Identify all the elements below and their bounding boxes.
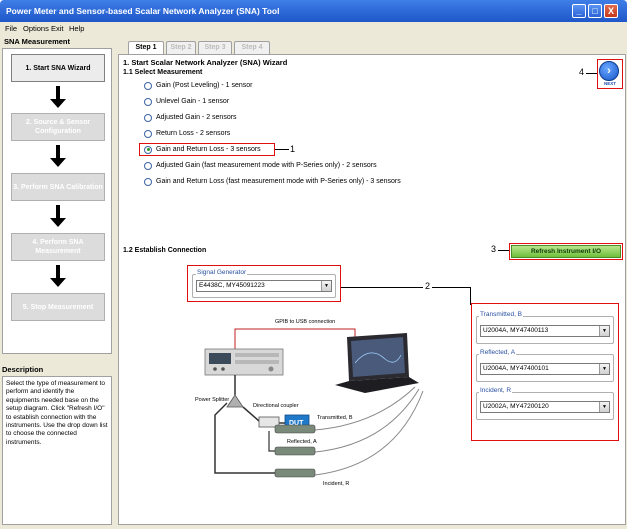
callout-line xyxy=(432,287,470,288)
next-arrow-icon: › xyxy=(599,61,619,81)
radio-button[interactable] xyxy=(144,161,152,170)
option-label: Unlevel Gain - 1 sensor xyxy=(156,98,230,105)
tab-step-3[interactable]: Step 3 xyxy=(198,41,232,54)
callout-line xyxy=(275,149,289,150)
step-1-start-wizard-button[interactable]: 1. Start SNA Wizard xyxy=(11,54,105,82)
step-5-stop-button[interactable]: 5. Stop Measurement xyxy=(11,293,105,321)
step-3-calibration-button[interactable]: 3. Perform SNA Calibration xyxy=(11,173,105,201)
menu-exit[interactable]: Exit xyxy=(51,24,64,33)
down-arrow-icon xyxy=(50,86,66,108)
signal-generator-instrument-icon xyxy=(204,348,284,376)
wizard-steps-box: 1. Start SNA Wizard 2. Source & Sensor C… xyxy=(2,48,112,354)
refresh-instrument-io-button[interactable]: Refresh Instrument I/O xyxy=(511,245,621,258)
option-label: Gain and Return Loss (fast measurement m… xyxy=(156,178,401,185)
wizard-title: 1. Start Scalar Network Analyzer (SNA) W… xyxy=(123,58,288,67)
tab-step-2[interactable]: Step 2 xyxy=(166,41,196,54)
power-splitter-label: Power Splitter xyxy=(195,397,229,403)
directional-coupler-label: Directional coupler xyxy=(253,403,299,409)
option-gain-return-loss-fast[interactable]: Gain and Return Loss (fast measurement m… xyxy=(144,176,401,187)
power-sensor-icon xyxy=(274,424,316,478)
tab-step-1[interactable]: Step 1 xyxy=(128,41,164,55)
step-2-source-sensor-button[interactable]: 2. Source & Sensor Configuration xyxy=(11,113,105,141)
radio-button[interactable] xyxy=(144,113,152,122)
select-measurement-heading: 1.1 Select Measurement xyxy=(123,69,203,76)
menu-file[interactable]: File xyxy=(5,24,17,33)
option-unlevel-gain[interactable]: Unlevel Gain - 1 sensor xyxy=(144,96,229,107)
maximize-button[interactable]: □ xyxy=(588,4,602,18)
wizard-panel: 1. Start Scalar Network Analyzer (SNA) W… xyxy=(118,54,626,525)
minimize-button[interactable]: _ xyxy=(572,4,586,18)
down-arrow-icon xyxy=(50,205,66,227)
option-adjusted-gain-fast[interactable]: Adjusted Gain (fast measurement mode wit… xyxy=(144,160,377,171)
establish-connection-heading: 1.2 Establish Connection xyxy=(123,247,207,254)
option-gain-post-leveling[interactable]: Gain (Post Leveling) - 1 sensor xyxy=(144,80,253,91)
step-4-measurement-button[interactable]: 4. Perform SNA Measurement xyxy=(11,233,105,261)
setup-diagram: GPIB to USB connection Power Splitter Di… xyxy=(195,319,424,487)
radio-button[interactable] xyxy=(144,81,152,90)
window-title: Power Meter and Sensor-based Scalar Netw… xyxy=(6,6,280,16)
title-bar: Power Meter and Sensor-based Scalar Netw… xyxy=(0,0,627,22)
transmitted-sensor-dropdown[interactable]: U2004A, MY47400113 ▼ xyxy=(480,325,610,337)
signal-generator-label: Signal Generator xyxy=(196,269,248,276)
callout-4: 4 xyxy=(579,67,585,77)
radio-button[interactable] xyxy=(144,177,152,186)
incident-sensor-dropdown[interactable]: U2002A, MY47200120 ▼ xyxy=(480,401,610,413)
callout-1: 1 xyxy=(290,144,296,154)
signal-generator-value: E4438C, MY45091223 xyxy=(199,282,265,289)
reflected-diagram-label: Reflected, A xyxy=(287,439,317,445)
option-label: Gain (Post Leveling) - 1 sensor xyxy=(156,82,253,89)
menu-bar: File Options Exit Help xyxy=(0,22,627,35)
callout-3: 3 xyxy=(491,244,497,254)
down-arrow-icon xyxy=(50,145,66,167)
next-label: NEXT xyxy=(603,81,616,86)
chevron-down-icon[interactable]: ▼ xyxy=(599,364,609,374)
incident-diagram-label: Incident, R xyxy=(323,481,349,487)
callout-line xyxy=(498,250,509,251)
option-return-loss[interactable]: Return Loss - 2 sensors xyxy=(144,128,230,139)
laptop-icon xyxy=(335,333,419,393)
description-text: Select the type of measurement to perfor… xyxy=(2,376,112,525)
close-button[interactable]: X xyxy=(604,4,618,18)
next-button[interactable]: › NEXT xyxy=(599,61,621,87)
radio-button[interactable] xyxy=(144,129,152,138)
menu-options[interactable]: Options xyxy=(23,24,49,33)
callout-line xyxy=(341,287,423,288)
description-heading: Description xyxy=(2,365,44,374)
tab-step-4[interactable]: Step 4 xyxy=(234,41,270,54)
chevron-down-icon[interactable]: ▼ xyxy=(321,281,331,291)
reflected-sensor-dropdown[interactable]: U2004A, MY47400101 ▼ xyxy=(480,363,610,375)
menu-help[interactable]: Help xyxy=(69,24,84,33)
down-arrow-icon xyxy=(50,265,66,287)
radio-button[interactable] xyxy=(144,97,152,106)
left-panel: SNA Measurement 1. Start SNA Wizard 2. S… xyxy=(2,35,112,525)
option-label: Adjusted Gain (fast measurement mode wit… xyxy=(156,162,377,169)
callout-2: 2 xyxy=(425,281,431,291)
transmitted-diagram-label: Transmitted, B xyxy=(317,415,353,421)
signal-generator-dropdown[interactable]: E4438C, MY45091223 ▼ xyxy=(196,280,332,292)
app-body: SNA Measurement 1. Start SNA Wizard 2. S… xyxy=(0,35,627,529)
gpib-label: GPIB to USB connection xyxy=(275,319,335,325)
chevron-down-icon[interactable]: ▼ xyxy=(599,326,609,336)
sna-measurement-heading: SNA Measurement xyxy=(4,37,70,46)
power-splitter-icon xyxy=(226,394,244,408)
highlight-box-option xyxy=(139,143,275,156)
option-label: Return Loss - 2 sensors xyxy=(156,130,231,137)
option-adjusted-gain[interactable]: Adjusted Gain - 2 sensors xyxy=(144,112,237,123)
option-label: Adjusted Gain - 2 sensors xyxy=(156,114,237,121)
chevron-down-icon[interactable]: ▼ xyxy=(599,402,609,412)
